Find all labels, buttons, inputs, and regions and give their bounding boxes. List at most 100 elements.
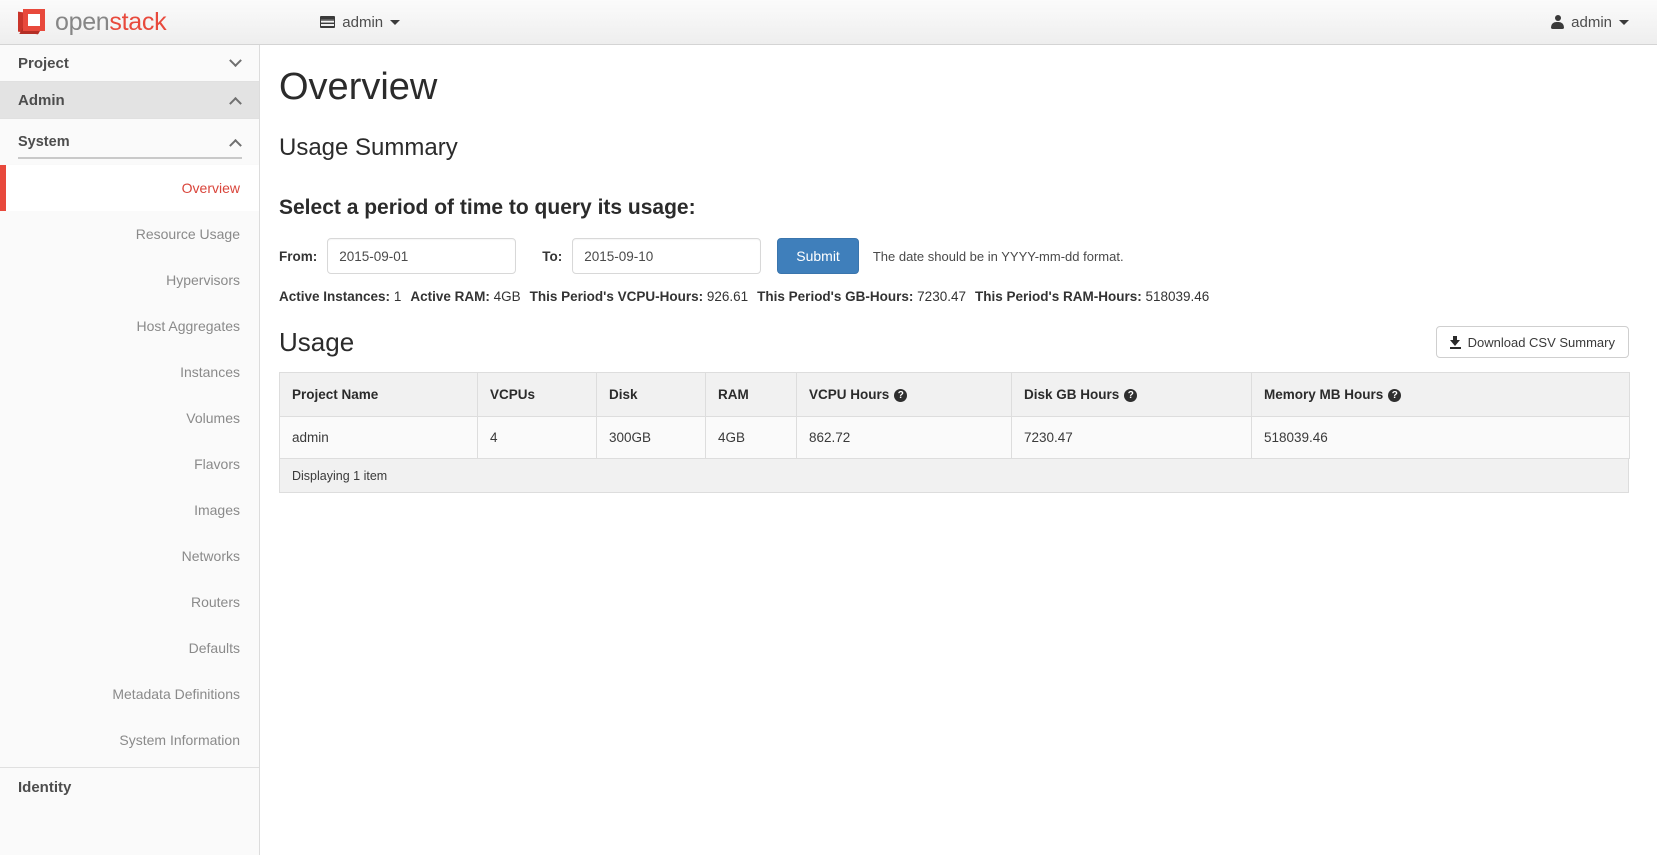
date-to-input[interactable]: [572, 238, 762, 275]
help-icon[interactable]: ?: [894, 389, 908, 403]
sidebar-item-label: Volumes: [186, 410, 240, 426]
sidebar-section-admin[interactable]: Admin: [0, 81, 259, 119]
date-format-hint: The date should be in YYYY-mm-dd format.: [872, 248, 1124, 264]
column-header-project-name[interactable]: Project Name: [279, 372, 478, 418]
from-label: From:: [279, 248, 318, 264]
stat-active-instances: Active Instances: 1: [279, 289, 401, 304]
download-csv-summary-button[interactable]: Download CSV Summary: [1435, 326, 1629, 359]
usage-table-header-bar: Usage Download CSV Summary: [279, 326, 1629, 359]
chevron-up-icon: [229, 96, 242, 110]
section-title-usage-summary: Usage Summary: [279, 134, 458, 162]
sidebar-item-networks[interactable]: Networks: [0, 533, 259, 579]
chevron-up-icon: [229, 138, 242, 152]
openstack-logo[interactable]: openstack: [18, 0, 167, 44]
sidebar-item-label: Hypervisors: [166, 272, 240, 288]
cell-project-name: admin: [279, 416, 478, 460]
main-content: Overview Usage Summary Select a period o…: [261, 45, 1657, 855]
sidebar-item-label: Routers: [190, 594, 240, 610]
project-context-switcher[interactable]: admin: [312, 8, 408, 37]
cell-ram: 4GB: [705, 416, 797, 460]
sidebar-section-identity-label: Identity: [18, 778, 72, 796]
sidebar-item-label: System Information: [119, 732, 240, 748]
openstack-cube-icon: [18, 9, 46, 35]
column-header-vcpus[interactable]: VCPUs: [477, 372, 597, 418]
sidebar-item-images[interactable]: Images: [0, 487, 259, 533]
chevron-down-icon: [1619, 19, 1629, 25]
sidebar-item-label: Images: [194, 502, 240, 518]
sidebar-subheader-system[interactable]: System: [0, 119, 259, 165]
sidebar-item-metadata-definitions[interactable]: Metadata Definitions: [0, 671, 259, 717]
form-title: Select a period of time to query its usa…: [279, 196, 696, 220]
stat-gb-hours: This Period's GB-Hours: 7230.47: [757, 289, 966, 304]
sidebar-item-label: Flavors: [194, 456, 240, 472]
sidebar-item-instances[interactable]: Instances: [0, 349, 259, 395]
column-header-memory-mb-hours[interactable]: Memory MB Hours?: [1251, 372, 1630, 418]
table-footer-count: Displaying 1 item: [279, 459, 1629, 494]
stat-ram-hours: This Period's RAM-Hours: 518039.46: [975, 289, 1209, 304]
table-row[interactable]: admin 4 300GB 4GB 862.72 7230.47 518039.…: [279, 416, 1630, 460]
stat-value: 926.61: [706, 289, 749, 305]
stat-label: Active Instances:: [279, 289, 391, 305]
sidebar-item-host-aggregates[interactable]: Host Aggregates: [0, 303, 259, 349]
cell-disk: 300GB: [596, 416, 706, 460]
sidebar-item-system-information[interactable]: System Information: [0, 717, 259, 763]
to-label: To:: [542, 248, 563, 264]
sidebar-item-label: Host Aggregates: [136, 318, 240, 334]
sidebar-item-flavors[interactable]: Flavors: [0, 441, 259, 487]
help-icon[interactable]: ?: [1124, 389, 1138, 403]
column-header-ram[interactable]: RAM: [705, 372, 797, 418]
column-label: RAM: [718, 387, 749, 403]
cell-memory-mb-hours: 518039.46: [1251, 416, 1630, 460]
date-from-input[interactable]: [327, 238, 517, 275]
stat-value: 1: [393, 289, 402, 305]
download-csv-label: Download CSV Summary: [1467, 334, 1615, 350]
sidebar-item-label: Defaults: [188, 640, 240, 656]
date-range-form: From: To: Submit The date should be in Y…: [279, 238, 1629, 275]
column-header-disk[interactable]: Disk: [596, 372, 706, 418]
sidebar-nav: Project Admin System Overview Resource U…: [0, 45, 260, 855]
sidebar-section-project[interactable]: Project: [0, 45, 259, 82]
cell-disk-gb-hours: 7230.47: [1011, 416, 1252, 460]
column-label: VCPU Hours: [809, 387, 890, 403]
sidebar-item-defaults[interactable]: Defaults: [0, 625, 259, 671]
sidebar-item-label: Instances: [180, 364, 240, 380]
list-icon: [320, 16, 336, 28]
stat-vcpu-hours: This Period's VCPU-Hours: 926.61: [530, 289, 749, 304]
column-label: Disk GB Hours: [1024, 387, 1120, 403]
sidebar-item-volumes[interactable]: Volumes: [0, 395, 259, 441]
stat-label: This Period's RAM-Hours:: [974, 289, 1142, 305]
stat-label: This Period's GB-Hours:: [757, 289, 914, 305]
help-icon[interactable]: ?: [1388, 389, 1402, 403]
column-label: Project Name: [292, 387, 379, 403]
submit-button[interactable]: Submit: [777, 238, 859, 275]
sidebar-section-project-label: Project: [18, 54, 69, 72]
column-header-vcpu-hours[interactable]: VCPU Hours?: [796, 372, 1012, 418]
sidebar-item-overview[interactable]: Overview: [0, 165, 259, 211]
usage-table: Project Name VCPUs Disk RAM VCPU Hours? …: [279, 372, 1630, 460]
usage-title: Usage: [279, 327, 355, 358]
chevron-down-icon: [390, 19, 401, 25]
sidebar-item-resource-usage[interactable]: Resource Usage: [0, 211, 259, 257]
sidebar-item-label: Resource Usage: [135, 226, 240, 242]
brand-open-text: open: [55, 7, 110, 36]
brand-wordmark: openstack: [55, 7, 167, 37]
usage-stats-line: Active Instances: 1 Active RAM: 4GB This P…: [279, 289, 1629, 304]
stat-label: This Period's VCPU-Hours:: [529, 289, 704, 305]
table-header-row: Project Name VCPUs Disk RAM VCPU Hours? …: [279, 372, 1630, 418]
sidebar-item-routers[interactable]: Routers: [0, 579, 259, 625]
sidebar-item-hypervisors[interactable]: Hypervisors: [0, 257, 259, 303]
sidebar-subheader-system-label: System: [18, 134, 70, 150]
stat-label: Active RAM:: [410, 289, 490, 305]
top-navbar: openstack admin admin: [0, 0, 1657, 45]
column-label: Memory MB Hours: [1264, 387, 1384, 403]
page-title: Overview: [279, 66, 438, 108]
sidebar-item-label: Overview: [181, 180, 240, 196]
column-header-disk-gb-hours[interactable]: Disk GB Hours?: [1011, 372, 1252, 418]
sidebar-section-identity[interactable]: Identity: [0, 768, 259, 806]
stat-value: 4GB: [493, 289, 521, 305]
user-menu-label: admin: [1571, 13, 1612, 31]
person-icon: [1551, 15, 1565, 29]
cell-vcpus: 4: [477, 416, 597, 460]
download-icon: [1449, 335, 1461, 349]
user-menu[interactable]: admin: [1547, 8, 1633, 37]
